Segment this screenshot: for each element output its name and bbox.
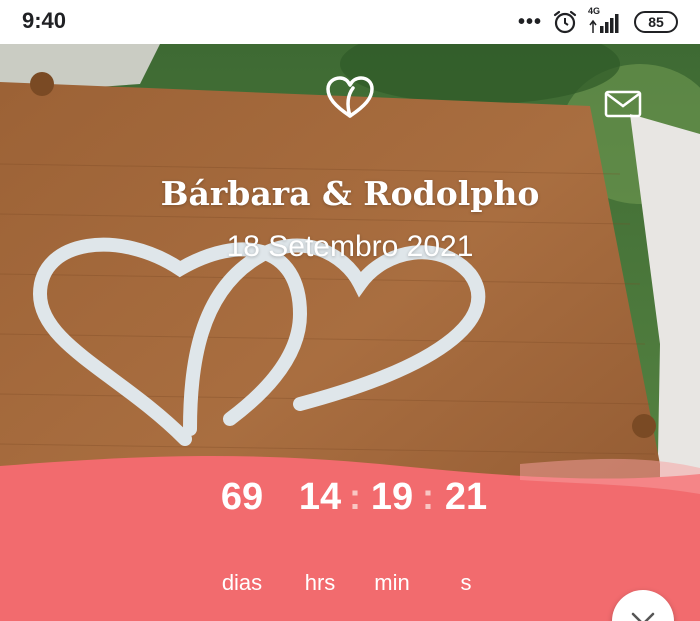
alarm-icon	[553, 10, 577, 34]
status-time: 9:40	[22, 8, 67, 33]
wedding-date: 18 Setembro 2021	[226, 230, 474, 263]
countdown-days-value: 69	[220, 476, 264, 518]
countdown-seconds-value: 21	[444, 476, 488, 518]
wedding-hero: Bárbara & Rodolpho 18 Setembro 2021	[0, 44, 700, 621]
countdown-hours-label: hrs	[304, 570, 336, 595]
countdown-seconds-label: s	[460, 570, 472, 595]
signal-indicator: 4G	[588, 6, 624, 35]
couple-names-title: Bárbara & Rodolpho	[160, 174, 540, 213]
chevron-down-icon	[631, 612, 655, 621]
battery-indicator: 85	[634, 11, 678, 33]
envelope-icon[interactable]	[604, 90, 642, 118]
signal-bars-icon	[589, 14, 619, 33]
countdown-minutes-label: min	[374, 570, 410, 595]
more-dots-indicator: •••	[517, 10, 542, 33]
status-bar: 9:40 ••• 4G 85	[0, 0, 700, 44]
countdown-days-label: dias	[221, 570, 263, 595]
status-icons: ••• 4G 85	[517, 6, 678, 36]
heart-icon	[326, 76, 374, 118]
